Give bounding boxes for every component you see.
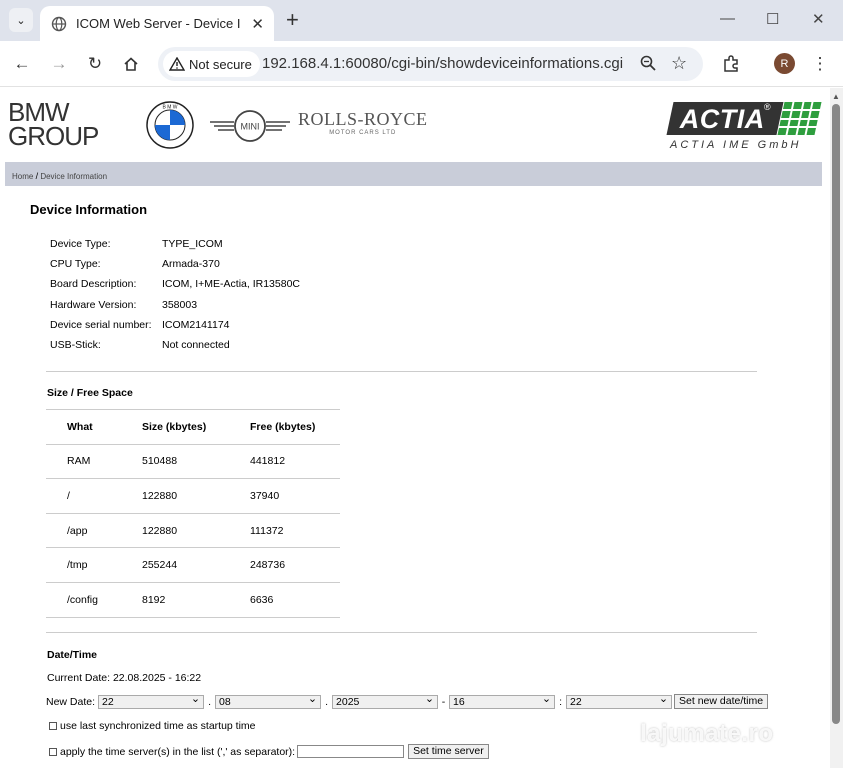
mini-logo: MINI [210,110,290,142]
tab-search-chevron-icon[interactable]: ⌄ [9,8,33,32]
info-row: USB-Stick: Not connected [50,338,230,351]
info-row: Device Type: TYPE_ICOM [50,238,223,250]
close-tab-icon[interactable]: ✕ [251,15,264,33]
set-time-server-button[interactable]: Set time server [408,744,489,759]
page-title: Device Information [30,202,148,217]
set-date-time-button[interactable]: Set new date/time [674,694,769,709]
table-row: /tmp 255244 248736 [46,547,340,583]
menu-kebab-icon[interactable]: ⋮ [808,52,832,76]
month-select[interactable]: 08 [215,693,322,709]
reload-icon[interactable]: ↻ [83,52,107,76]
device-info-list: Device Type: TYPE_ICOM CPU Type: Armada-37… [50,238,300,359]
hour-select[interactable]: 16 [449,693,556,709]
browser-toolbar: ← → ↻ Not secure 192.168.4.1:60080/cgi-b… [0,41,843,87]
sync-time-label: use last synchronized time as startup ti… [60,720,256,732]
security-label: Not secure [189,56,252,72]
sync-time-option: use last synchronized time as startup ti… [49,720,256,732]
profile-avatar[interactable]: R [774,53,795,74]
watermark: lajumate.ro [640,720,774,747]
minimize-icon[interactable]: — [720,10,735,27]
info-row: Hardware Version: 358003 [50,298,198,311]
divider [46,371,757,372]
breadcrumb-home-link[interactable]: Home [12,172,33,181]
rolls-royce-logo: ROLLS-ROYCE MOTOR CARS LTD [298,109,428,136]
space-table: What Size (kbytes) Free (kbytes) RAM 5104… [46,409,340,618]
back-icon[interactable]: ← [10,52,34,76]
table-row: RAM 510488 441812 [46,444,340,480]
time-server-checkbox[interactable] [49,747,57,756]
new-date-label: New Date: [46,695,96,708]
time-server-option: apply the time server(s) in the list (',… [49,744,489,759]
time-server-label: apply the time server(s) in the list (',… [60,745,296,758]
address-bar[interactable]: Not secure 192.168.4.1:60080/cgi-bin/sho… [158,47,703,81]
breadcrumb-current: Device Information [40,172,108,181]
new-tab-icon[interactable]: + [286,7,299,33]
bmw-group-logo: BMW GROUP [8,97,99,151]
divider [46,632,757,633]
bookmark-star-icon[interactable]: ☆ [671,53,687,74]
breadcrumb: Home / Device Information [5,162,822,186]
tab-title: ICOM Web Server - Device Infor [76,16,241,31]
extensions-icon[interactable] [719,52,743,76]
zoom-icon[interactable] [640,55,656,75]
globe-icon [51,16,67,31]
table-row: /config 8192 6636 [46,582,340,618]
current-date: Current Date: 22.08.2025 - 16:22 [47,672,202,684]
window-close-icon[interactable]: ✕ [812,10,825,28]
time-server-input[interactable] [297,745,405,758]
sync-time-checkbox[interactable] [49,722,57,730]
bmw-roundel-logo: B M W [146,101,194,149]
info-row: Board Description: ICOM, I+ME-Actia, IR13… [50,278,301,291]
browser-tab[interactable]: ICOM Web Server - Device Infor ✕ [40,6,274,41]
minute-select[interactable]: 22 [566,693,673,709]
svg-text:MINI: MINI [241,122,260,132]
forward-icon[interactable]: → [47,52,71,76]
datetime-section-title: Date/Time [47,649,97,661]
table-row: /app 122880 111372 [46,513,340,549]
page-scrollbar[interactable]: ▲ [830,88,843,768]
home-icon[interactable] [119,52,143,76]
year-select[interactable]: 2025 [332,693,439,709]
warning-icon [169,57,185,71]
new-date-row: New Date: 22 . 08 . 2025 - 16 : 22 Set n… [46,693,769,709]
svg-text:B M W: B M W [163,105,178,111]
day-select[interactable]: 22 [98,693,205,709]
info-row: Device serial number: ICOM2141174 [50,318,230,331]
table-header-row: What Size (kbytes) Free (kbytes) [46,409,340,445]
info-row: CPU Type: Armada-370 [50,258,220,271]
url-text[interactable]: 192.168.4.1:60080/cgi-bin/showdeviceinfo… [262,55,623,72]
table-row: /122880 37940 [46,478,340,514]
browser-tabstrip: ⌄ ICOM Web Server - Device Infor ✕ + — ☐… [0,0,843,41]
space-section-title: Size / Free Space [47,387,133,399]
scrollbar-thumb[interactable] [832,104,840,724]
scroll-up-icon[interactable]: ▲ [832,92,840,101]
security-chip[interactable]: Not secure [163,51,260,77]
page-content: BMW GROUP B M W MINI ROLLS-ROYCE MOTOR C… [0,88,830,768]
maximize-icon[interactable]: ☐ [766,10,779,28]
